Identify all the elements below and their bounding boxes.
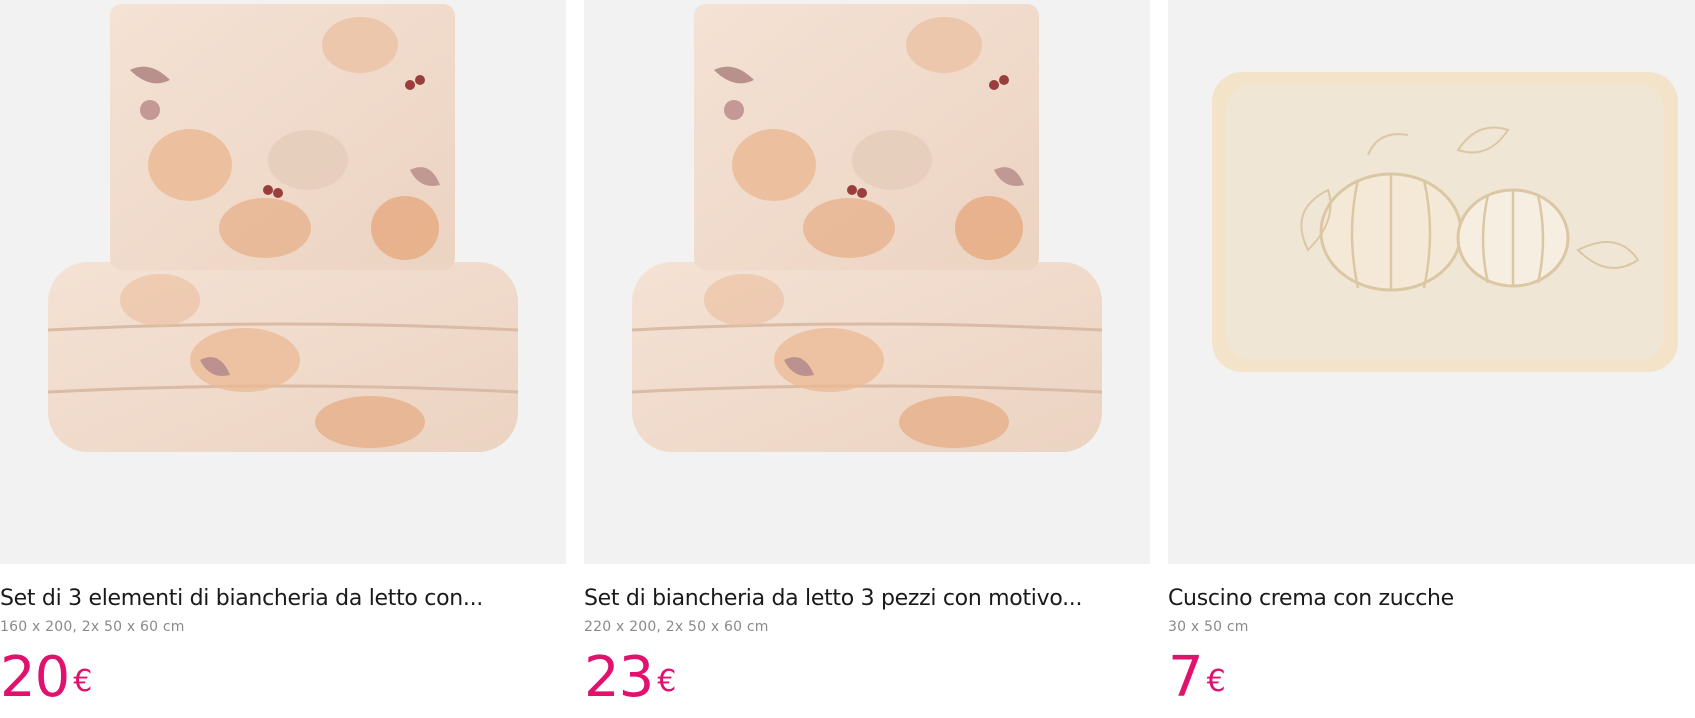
product-grid: Set di 3 elementi di biancheria da letto…: [0, 0, 1695, 718]
product-title[interactable]: Set di biancheria da letto 3 pezzi con m…: [584, 585, 1150, 613]
price-amount: 23: [584, 645, 654, 710]
product-image[interactable]: [1168, 0, 1695, 564]
price-currency: €: [73, 664, 93, 699]
pumpkin-bedding-image: [47, 4, 519, 452]
product-dimensions: 160 x 200, 2x 50 x 60 cm: [0, 619, 185, 635]
product-price: 23 €: [584, 650, 1150, 706]
product-card[interactable]: Set di 3 elementi di biancheria da letto…: [0, 0, 566, 718]
price-amount: 7: [1168, 645, 1204, 710]
product-price: 7 €: [1168, 650, 1695, 706]
product-card[interactable]: Set di biancheria da letto 3 pezzi con m…: [584, 0, 1150, 718]
product-image[interactable]: [0, 0, 566, 564]
product-title[interactable]: Set di 3 elementi di biancheria da letto…: [0, 585, 566, 613]
pumpkin-bedding-image: [631, 4, 1103, 452]
product-dimensions: 220 x 200, 2x 50 x 60 cm: [584, 619, 769, 635]
product-image[interactable]: [584, 0, 1150, 564]
price-currency: €: [1206, 664, 1226, 699]
product-card[interactable]: Cuscino crema con zucche 30 x 50 cm 7 €: [1168, 0, 1695, 718]
product-title[interactable]: Cuscino crema con zucche: [1168, 585, 1695, 613]
product-price: 20 €: [0, 650, 566, 706]
price-currency: €: [657, 664, 677, 699]
product-dimensions: 30 x 50 cm: [1168, 619, 1249, 635]
cream-pumpkin-cushion-image: [1212, 72, 1678, 372]
price-amount: 20: [0, 645, 70, 710]
